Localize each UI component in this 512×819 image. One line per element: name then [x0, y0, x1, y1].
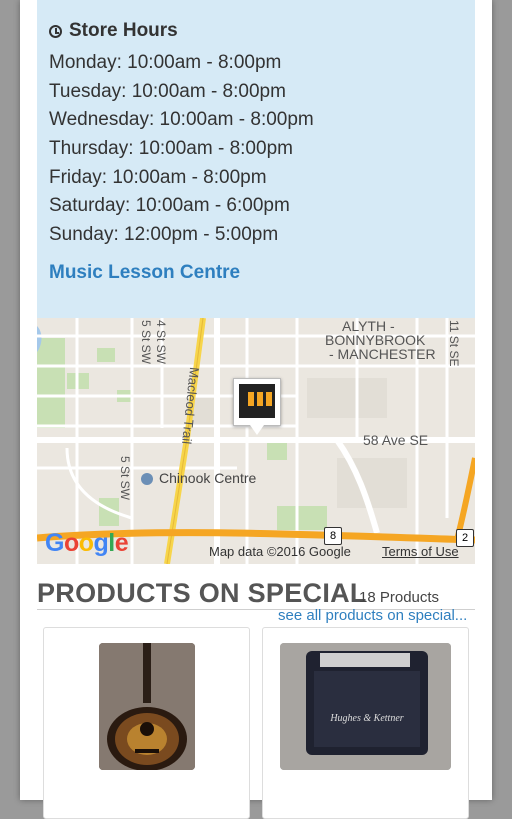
- product-card-guitar[interactable]: [43, 627, 250, 819]
- route-8-shield: 8: [324, 527, 342, 545]
- map-label-5st-bottom: 5 St SW: [118, 456, 132, 501]
- location-map[interactable]: ALYTH - BONNYBROOK - MANCHESTER 5 St SW …: [37, 318, 475, 564]
- guitar-product-image[interactable]: [99, 643, 195, 770]
- store-hours-panel: Store Hours Monday: 10:00am - 8:00pm Tue…: [37, 0, 475, 318]
- amplifier-icon: Hughes & Kettner: [280, 643, 451, 770]
- hours-wednesday: Wednesday: 10:00am - 8:00pm: [49, 109, 314, 131]
- map-label-58-ave: 58 Ave SE: [363, 432, 429, 448]
- svg-text:Hughes & Kettner: Hughes & Kettner: [329, 713, 403, 724]
- store-hours-title: Store Hours: [49, 20, 178, 42]
- hours-monday: Monday: 10:00am - 8:00pm: [49, 52, 282, 73]
- hours-sunday: Sunday: 12:00pm - 5:00pm: [49, 224, 279, 246]
- hours-friday: Friday: 10:00am - 8:00pm: [49, 166, 267, 188]
- google-logo: Google: [45, 529, 129, 557]
- acoustic-guitar-icon: [99, 643, 195, 770]
- clock-icon: [49, 24, 62, 38]
- hours-saturday: Saturday: 10:00am - 6:00pm: [49, 195, 290, 217]
- map-label-11st: 11 St SE: [447, 320, 461, 367]
- store-logo-icon: [239, 384, 275, 418]
- map-label-5st-top: 5 St SW: [139, 320, 153, 365]
- amplifier-product-image[interactable]: Hughes & Kettner: [280, 643, 451, 770]
- store-hours-title-text: Store Hours: [69, 20, 178, 41]
- route-2-shield: 2: [456, 529, 474, 547]
- map-label-4st: 4 St SW: [154, 320, 168, 365]
- hours-list: Monday: 10:00am - 8:00pm Tuesday: 10:00a…: [49, 49, 314, 250]
- music-lesson-centre-link[interactable]: Music Lesson Centre: [49, 262, 240, 284]
- map-label-manchester: - MANCHESTER: [329, 346, 436, 362]
- products-section-title: PRODUCTS ON SPECIAL: [37, 578, 367, 608]
- product-count: 18 Products: [359, 589, 440, 606]
- map-label-chinook: Chinook Centre: [159, 470, 257, 486]
- see-all-products-link[interactable]: see all products on special...: [278, 607, 467, 624]
- hours-tuesday: Tuesday: 10:00am - 8:00pm: [49, 80, 286, 102]
- product-card-amplifier[interactable]: Hughes & Kettner: [262, 627, 469, 819]
- terms-of-use-link[interactable]: Terms of Use: [382, 544, 459, 559]
- hours-thursday: Thursday: 10:00am - 8:00pm: [49, 138, 293, 160]
- shopping-pin-icon: [141, 473, 153, 485]
- store-location-marker[interactable]: [233, 378, 281, 435]
- map-data-attribution: Map data ©2016 Google: [209, 544, 351, 559]
